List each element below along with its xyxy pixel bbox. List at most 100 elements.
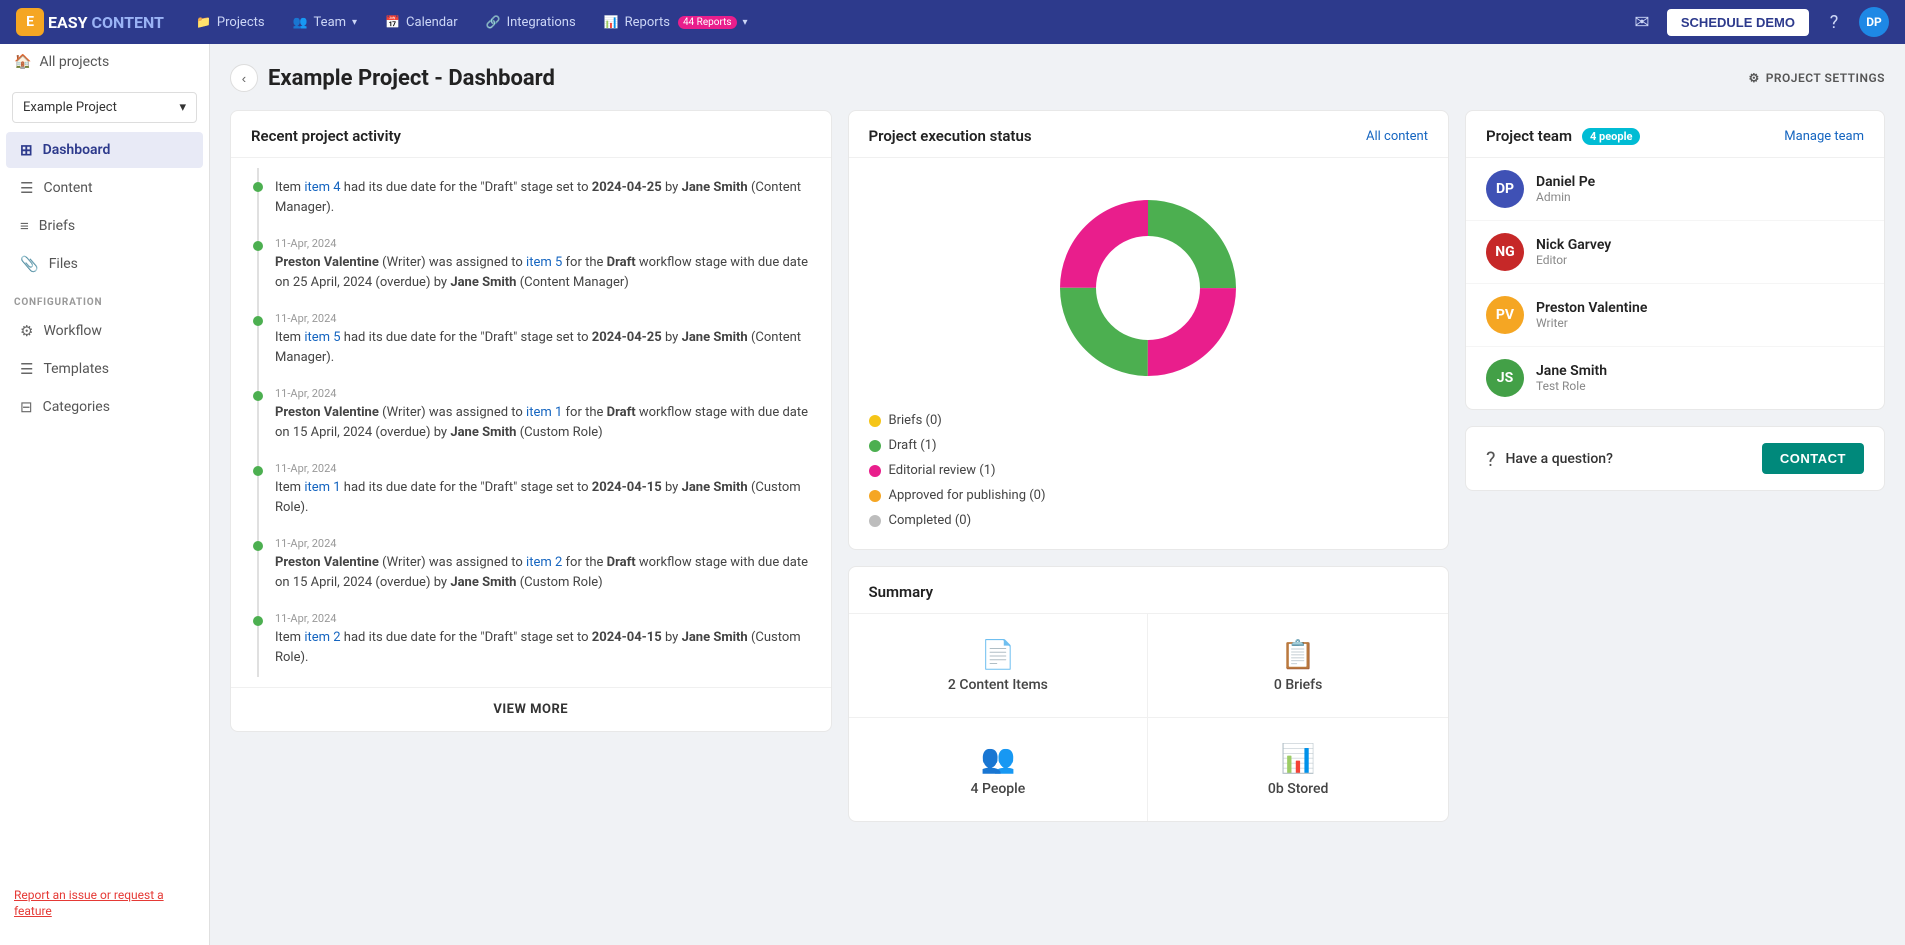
member-role-pv: Writer [1536, 316, 1647, 330]
all-content-link[interactable]: All content [1366, 129, 1428, 144]
activity-item: 11-Apr, 2024 Preston Valentine (Writer) … [257, 227, 811, 302]
back-button[interactable]: ‹ [230, 64, 258, 92]
question-icon: ? [1486, 447, 1495, 471]
briefs-summary-icon: 📋 [1168, 638, 1428, 671]
files-icon: 📎 [20, 255, 39, 273]
contact-button[interactable]: CONTACT [1762, 443, 1864, 474]
member-name-js: Jane Smith [1536, 363, 1607, 379]
completed-dot [869, 515, 881, 527]
dashboard-grid: Recent project activity Item item 4 had … [230, 110, 1885, 822]
project-selector[interactable]: Example Project ▾ [12, 92, 197, 123]
summary-content-items: 📄 2 Content Items [849, 614, 1149, 718]
config-section-label: CONFIGURATION [0, 283, 209, 312]
item4-link[interactable]: item 4 [304, 180, 340, 195]
contact-left: ? Have a question? [1486, 447, 1613, 471]
logo-content: CONTENT [92, 13, 164, 32]
member-role-ng: Editor [1536, 253, 1611, 267]
stored-icon: 📊 [1168, 742, 1428, 775]
avatar-ng: NG [1486, 233, 1524, 271]
summary-briefs: 📋 0 Briefs [1148, 614, 1448, 718]
activity-card: Recent project activity Item item 4 had … [230, 110, 832, 732]
logo[interactable]: E EASY CONTENT [16, 8, 164, 36]
view-more-button[interactable]: VIEW MORE [231, 687, 831, 731]
middle-column: Project execution status All content [848, 110, 1450, 822]
summary-grid: 📄 2 Content Items 📋 0 Briefs 👥 4 People [849, 614, 1449, 821]
team-member-dp: DP Daniel Pe Admin [1466, 158, 1884, 221]
logo-icon: E [16, 8, 44, 36]
logo-easy: EASY [48, 13, 88, 32]
team-title-row: Project team 4 people [1486, 127, 1640, 145]
team-chevron-icon: ▾ [352, 17, 357, 28]
team-card-header: Project team 4 people Manage team [1466, 111, 1884, 158]
team-title: Project team [1486, 127, 1572, 145]
editorial-dot [869, 465, 881, 477]
main-content: ‹ Example Project - Dashboard ⚙ PROJECT … [210, 44, 1905, 945]
layout: 🏠 All projects Example Project ▾ ⊞ Dashb… [0, 44, 1905, 945]
item5-link-2[interactable]: item 5 [304, 330, 340, 345]
integrations-icon: 🔗 [486, 15, 501, 29]
sidebar-item-templates[interactable]: ☰ Templates [6, 351, 203, 387]
right-column: Project team 4 people Manage team DP Dan… [1465, 110, 1885, 491]
item5-link-1[interactable]: item 5 [526, 255, 562, 270]
sidebar-bottom: Report an issue or request a feature [0, 877, 209, 929]
calendar-icon: 📅 [385, 15, 400, 29]
people-label: 4 People [869, 781, 1128, 797]
summary-stored: 📊 0b Stored [1148, 718, 1448, 821]
member-role-dp: Admin [1536, 190, 1595, 204]
nav-calendar[interactable]: 📅 Calendar [373, 9, 470, 36]
templates-icon: ☰ [20, 360, 33, 378]
item1-link-2[interactable]: item 1 [304, 480, 340, 495]
item1-link-1[interactable]: item 1 [526, 405, 562, 420]
avatar-js: JS [1486, 359, 1524, 397]
donut-chart [849, 158, 1449, 408]
summary-people: 👥 4 People [849, 718, 1149, 821]
nav-reports[interactable]: 📊 Reports 44 Reports ▾ [592, 9, 760, 36]
content-icon: ☰ [20, 179, 33, 197]
categories-icon: ⊟ [20, 398, 33, 416]
briefs-dot [869, 415, 881, 427]
activity-item: 11-Apr, 2024 Item item 1 had its due dat… [257, 452, 811, 527]
manage-team-link[interactable]: Manage team [1784, 129, 1864, 144]
sidebar-item-files[interactable]: 📎 Files [6, 246, 203, 282]
contact-label: Have a question? [1505, 451, 1612, 467]
topnav-right: ✉ SCHEDULE DEMO ? DP [1627, 7, 1889, 37]
donut-svg [1048, 188, 1248, 388]
dashboard-icon: ⊞ [20, 141, 33, 159]
content-items-label: 2 Content Items [869, 677, 1128, 693]
nav-team[interactable]: 👥 Team ▾ [281, 9, 369, 36]
activity-card-header: Recent project activity [231, 111, 831, 158]
sidebar: 🏠 All projects Example Project ▾ ⊞ Dashb… [0, 44, 210, 945]
reports-badge: 44 Reports [678, 16, 737, 29]
item2-link-2[interactable]: item 2 [304, 630, 340, 645]
avatar-pv: PV [1486, 296, 1524, 334]
help-icon[interactable]: ? [1819, 7, 1849, 37]
mail-icon[interactable]: ✉ [1627, 7, 1657, 37]
page-title-row: ‹ Example Project - Dashboard [230, 64, 555, 92]
all-projects-link[interactable]: 🏠 All projects [0, 44, 209, 80]
activity-item: 11-Apr, 2024 Item item 2 had its due dat… [257, 602, 811, 677]
home-icon: 🏠 [14, 54, 31, 70]
people-icon: 👥 [869, 742, 1128, 775]
project-settings-button[interactable]: ⚙ PROJECT SETTINGS [1748, 71, 1885, 85]
item2-link-1[interactable]: item 2 [526, 555, 562, 570]
sidebar-item-dashboard[interactable]: ⊞ Dashboard [6, 132, 203, 168]
sidebar-item-briefs[interactable]: ≡ Briefs [6, 208, 203, 244]
nav-projects[interactable]: 📁 Projects [184, 9, 277, 36]
activity-item: 11-Apr, 2024 Preston Valentine (Writer) … [257, 527, 811, 602]
legend-item-approved: Approved for publishing (0) [869, 483, 1429, 508]
report-issue-link[interactable]: Report an issue or request a feature [14, 888, 164, 918]
execution-status-card: Project execution status All content [848, 110, 1450, 550]
execution-status-title: Project execution status [869, 127, 1032, 145]
contact-inner: ? Have a question? CONTACT [1466, 427, 1884, 490]
sidebar-item-content[interactable]: ☰ Content [6, 170, 203, 206]
summary-header: Summary [849, 567, 1449, 614]
content-items-icon: 📄 [869, 638, 1128, 671]
briefs-label: 0 Briefs [1168, 677, 1428, 693]
nav-integrations[interactable]: 🔗 Integrations [474, 9, 588, 36]
schedule-demo-button[interactable]: SCHEDULE DEMO [1667, 9, 1809, 36]
approved-dot [869, 490, 881, 502]
user-avatar[interactable]: DP [1859, 7, 1889, 37]
sidebar-item-categories[interactable]: ⊟ Categories [6, 389, 203, 425]
stored-label: 0b Stored [1168, 781, 1428, 797]
sidebar-item-workflow[interactable]: ⚙ Workflow [6, 313, 203, 349]
